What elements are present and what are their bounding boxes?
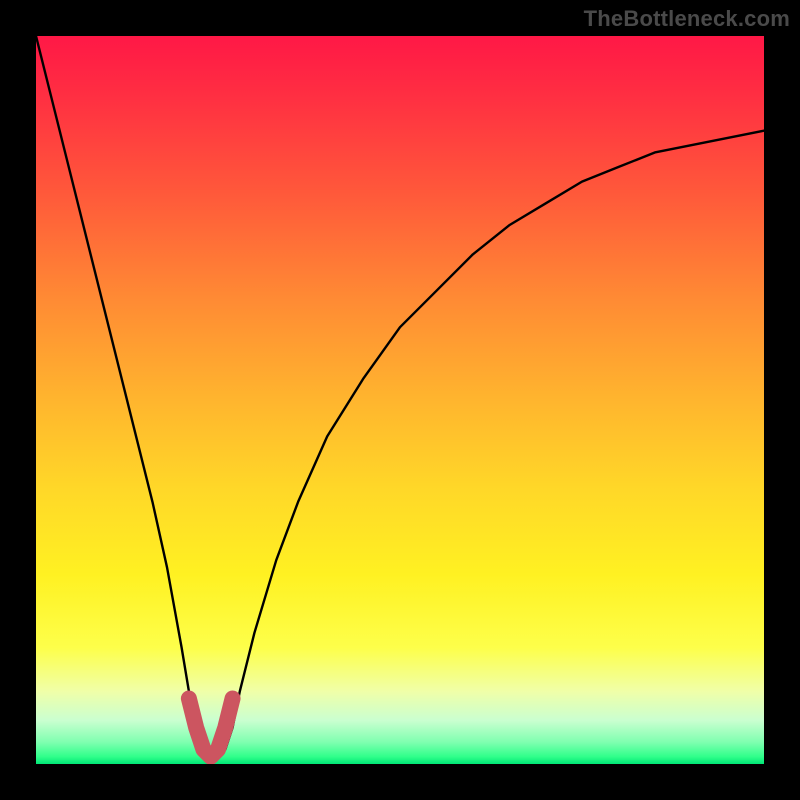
- bottleneck-curve: [36, 36, 764, 757]
- watermark-text: TheBottleneck.com: [584, 6, 790, 32]
- plot-area: [36, 36, 764, 764]
- chart-frame: TheBottleneck.com: [0, 0, 800, 800]
- curve-layer: [36, 36, 764, 764]
- minimum-marker: [189, 698, 233, 756]
